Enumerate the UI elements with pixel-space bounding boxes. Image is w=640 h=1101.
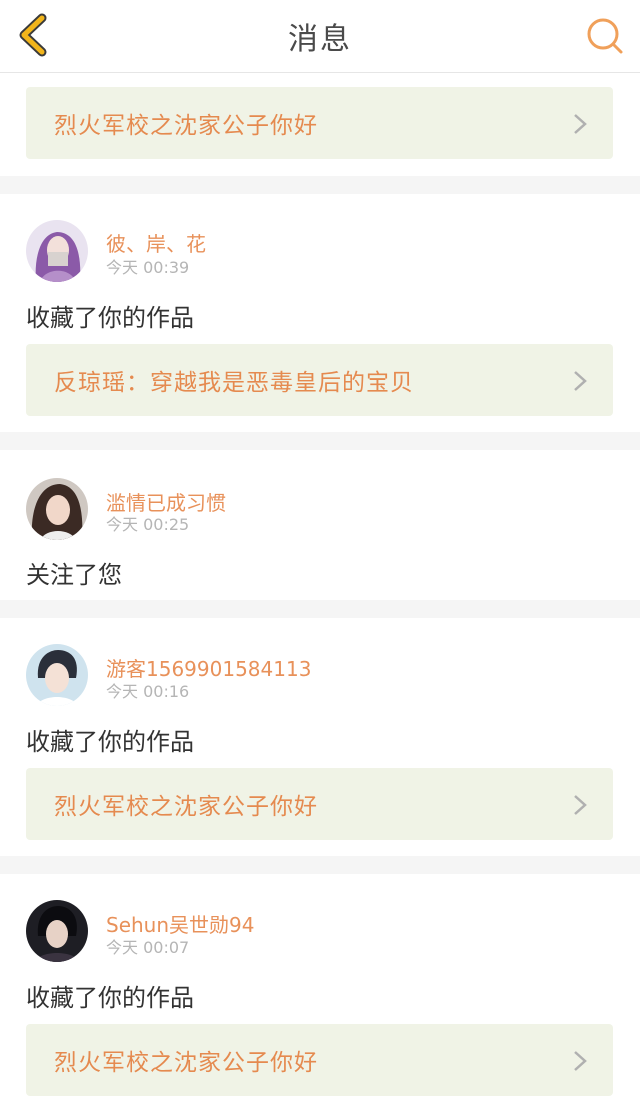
user-name[interactable]: 彼、岸、花 bbox=[106, 228, 206, 257]
work-link[interactable]: 烈火军校之沈家公子你好 bbox=[26, 1024, 613, 1096]
work-title: 烈火军校之沈家公子你好 bbox=[54, 113, 318, 139]
work-link[interactable]: 烈火军校之沈家公子你好 bbox=[26, 87, 613, 159]
message-time: 今天 00:07 bbox=[106, 938, 190, 957]
work-link[interactable]: 烈火军校之沈家公子你好 bbox=[26, 768, 613, 840]
page-title: 消息 bbox=[288, 22, 352, 57]
message-card: Sehun吴世勋94 今天 00:07 收藏了你的作品 烈火军校之沈家公子你好 bbox=[0, 874, 640, 1101]
chevron-right-icon bbox=[574, 795, 587, 815]
message-time: 今天 00:25 bbox=[106, 515, 190, 534]
message-time: 今天 00:39 bbox=[106, 258, 190, 277]
avatar[interactable] bbox=[26, 220, 88, 282]
avatar[interactable] bbox=[26, 644, 88, 706]
message-card: 烈火军校之沈家公子你好 bbox=[0, 73, 640, 176]
action-text: 关注了您 bbox=[26, 561, 122, 589]
message-card: 彼、岸、花 今天 00:39 收藏了你的作品 反琼瑶：穿越我是恶毒皇后的宝贝 bbox=[0, 194, 640, 432]
message-card: 滥情已成习惯 今天 00:25 关注了您 bbox=[0, 450, 640, 600]
avatar[interactable] bbox=[26, 900, 88, 962]
action-text: 收藏了你的作品 bbox=[26, 984, 194, 1012]
chevron-right-icon bbox=[574, 371, 587, 391]
work-link[interactable]: 反琼瑶：穿越我是恶毒皇后的宝贝 bbox=[26, 344, 613, 416]
search-icon[interactable] bbox=[584, 15, 626, 57]
action-text: 收藏了你的作品 bbox=[26, 728, 194, 756]
work-title: 烈火军校之沈家公子你好 bbox=[54, 1050, 318, 1076]
work-title: 反琼瑶：穿越我是恶毒皇后的宝贝 bbox=[54, 370, 414, 396]
chevron-right-icon bbox=[574, 1051, 587, 1071]
chevron-right-icon bbox=[574, 114, 587, 134]
work-title: 烈火军校之沈家公子你好 bbox=[54, 794, 318, 820]
header-bar: 消息 bbox=[0, 0, 640, 73]
message-time: 今天 00:16 bbox=[106, 682, 190, 701]
message-card: 游客1569901584113 今天 00:16 收藏了你的作品 烈火军校之沈家… bbox=[0, 618, 640, 856]
avatar[interactable] bbox=[26, 478, 88, 540]
action-text: 收藏了你的作品 bbox=[26, 304, 194, 332]
